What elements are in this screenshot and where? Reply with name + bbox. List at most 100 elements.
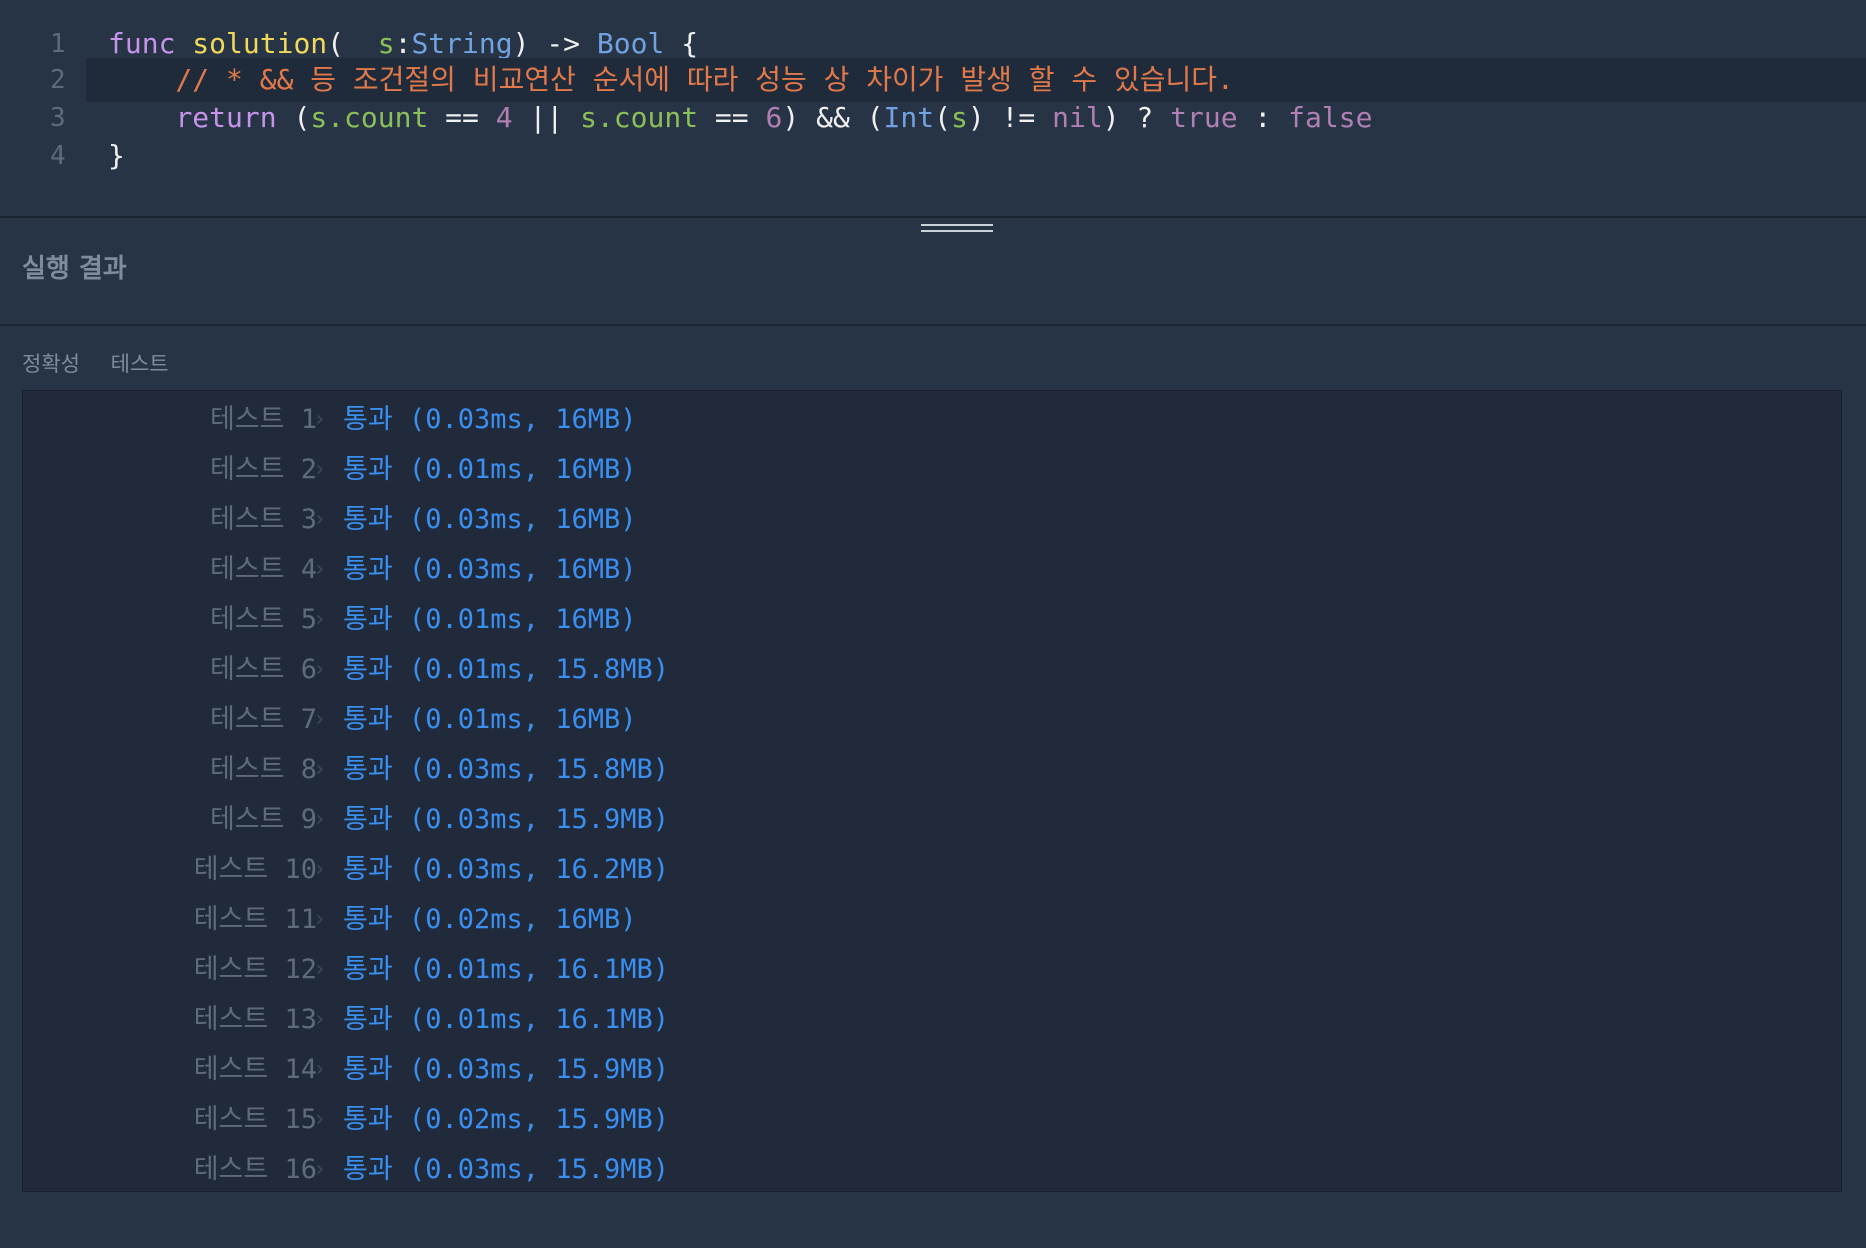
test-result-row[interactable]: 테스트 9 › 통과 (0.03ms, 15.9MB) <box>23 795 1841 845</box>
code-token: 6 <box>765 101 783 134</box>
test-label: 테스트 10 <box>193 854 317 885</box>
code-token: s <box>377 27 395 60</box>
result-title: 실행 결과 <box>22 254 127 284</box>
code-token: { <box>664 27 699 60</box>
test-result-value: 통과 (0.03ms, 16MB) <box>343 504 637 535</box>
test-label: 테스트 15 <box>193 1104 317 1135</box>
chevron-right-icon: › <box>313 1057 327 1082</box>
result-divider <box>0 324 1866 326</box>
code-token: || <box>512 101 581 134</box>
code-token: ) != <box>967 101 1053 134</box>
code-token: s.count <box>580 101 699 134</box>
test-result-value: 통과 (0.01ms, 16MB) <box>343 704 637 735</box>
test-result-row[interactable]: 테스트 14 › 통과 (0.03ms, 15.9MB) <box>23 1045 1841 1095</box>
code-token: ) && ( <box>782 101 884 134</box>
test-result-row[interactable]: 테스트 6 › 통과 (0.01ms, 15.8MB) <box>23 645 1841 695</box>
code-token: == <box>428 101 496 134</box>
chevron-right-icon: › <box>313 907 327 932</box>
code-token: 4 <box>495 101 513 134</box>
code-token: s <box>950 101 968 134</box>
code-token: ( <box>327 27 345 60</box>
test-label: 테스트 13 <box>193 1004 317 1035</box>
chevron-right-icon: › <box>313 507 327 532</box>
test-label: 테스트 16 <box>193 1154 317 1185</box>
chevron-right-icon: › <box>313 757 327 782</box>
chevron-right-icon: › <box>313 657 327 682</box>
section-label-test: 테스트 <box>110 352 169 376</box>
test-label: 테스트 14 <box>193 1054 317 1085</box>
code-token: == <box>698 101 766 134</box>
code-token: String <box>411 27 513 60</box>
section-labels: 정확성 테스트 <box>22 348 193 378</box>
test-result-value: 통과 (0.03ms, 15.9MB) <box>343 1154 670 1185</box>
code-token: Bool <box>596 27 665 60</box>
test-result-value: 통과 (0.01ms, 16MB) <box>343 454 637 485</box>
test-result-value: 통과 (0.02ms, 15.9MB) <box>343 1104 670 1135</box>
test-result-value: 통과 (0.03ms, 15.9MB) <box>343 804 670 835</box>
code-token: true <box>1170 101 1238 134</box>
resize-handle-bar <box>921 224 993 226</box>
code-line[interactable]: 4} <box>0 134 1866 178</box>
test-result-value: 통과 (0.01ms, 16.1MB) <box>343 954 670 985</box>
test-result-row[interactable]: 테스트 13 › 통과 (0.01ms, 16.1MB) <box>23 995 1841 1045</box>
chevron-right-icon: › <box>313 1157 327 1182</box>
test-result-row[interactable]: 테스트 12 › 통과 (0.01ms, 16.1MB) <box>23 945 1841 995</box>
test-label: 테스트 5 <box>209 604 317 635</box>
code-token: false <box>1288 101 1373 134</box>
chevron-right-icon: › <box>313 1107 327 1132</box>
code-token: func <box>108 27 193 60</box>
code-token: return <box>175 101 277 134</box>
line-number: 4 <box>50 141 66 171</box>
chevron-right-icon: › <box>313 1007 327 1032</box>
test-label: 테스트 6 <box>209 654 317 685</box>
test-result-value: 통과 (0.03ms, 16.2MB) <box>343 854 670 885</box>
code-token: // * && 등 조건절의 비교연산 순서에 따라 성능 상 차이가 발생 할… <box>108 63 1234 96</box>
code-token: s.count <box>310 101 429 134</box>
test-label: 테스트 2 <box>209 454 317 485</box>
test-result-row[interactable]: 테스트 10 › 통과 (0.03ms, 16.2MB) <box>23 845 1841 895</box>
chevron-right-icon: › <box>313 607 327 632</box>
test-label: 테스트 3 <box>209 504 317 535</box>
chevron-right-icon: › <box>313 557 327 582</box>
section-label-accuracy: 정확성 <box>22 352 80 376</box>
test-label: 테스트 1 <box>209 404 317 435</box>
test-result-row[interactable]: 테스트 15 › 통과 (0.02ms, 15.9MB) <box>23 1095 1841 1145</box>
test-result-row[interactable]: 테스트 4 › 통과 (0.03ms, 16MB) <box>23 545 1841 595</box>
resize-handle[interactable] <box>921 224 993 242</box>
test-result-row[interactable]: 테스트 11 › 통과 (0.02ms, 16MB) <box>23 895 1841 945</box>
chevron-right-icon: › <box>313 857 327 882</box>
test-result-row[interactable]: 테스트 16 › 통과 (0.03ms, 15.9MB) <box>23 1145 1841 1191</box>
panel-divider <box>0 216 1866 218</box>
code-text: } <box>108 134 125 178</box>
code-token: ( <box>276 101 311 134</box>
chevron-right-icon: › <box>313 807 327 832</box>
test-result-row[interactable]: 테스트 7 › 통과 (0.01ms, 16MB) <box>23 695 1841 745</box>
test-result-value: 통과 (0.01ms, 16MB) <box>343 604 637 635</box>
test-result-value: 통과 (0.03ms, 15.8MB) <box>343 754 670 785</box>
results-list: 테스트 1 › 통과 (0.03ms, 16MB) 테스트 2 › 통과 (0.01ms,… <box>22 390 1842 1192</box>
test-result-row[interactable]: 테스트 5 › 통과 (0.01ms, 16MB) <box>23 595 1841 645</box>
code-token: ) -> <box>512 27 597 60</box>
code-token: } <box>108 139 125 172</box>
test-result-value: 통과 (0.01ms, 15.8MB) <box>343 654 670 685</box>
test-result-value: 통과 (0.03ms, 16MB) <box>343 554 637 585</box>
test-result-row[interactable]: 테스트 3 › 통과 (0.03ms, 16MB) <box>23 495 1841 545</box>
code-token: solution <box>192 27 328 60</box>
test-result-value: 통과 (0.02ms, 16MB) <box>343 904 637 935</box>
test-result-value: 통과 (0.01ms, 16.1MB) <box>343 1004 670 1035</box>
code-token: ( <box>934 101 951 134</box>
chevron-right-icon: › <box>313 957 327 982</box>
chevron-right-icon: › <box>313 707 327 732</box>
code-token: nil <box>1052 101 1103 134</box>
code-token: ) ? <box>1102 101 1171 134</box>
code-token: Int <box>883 101 935 134</box>
test-result-value: 통과 (0.03ms, 15.9MB) <box>343 1054 670 1085</box>
code-token: : <box>394 27 412 60</box>
test-result-row[interactable]: 테스트 2 › 통과 (0.01ms, 16MB) <box>23 445 1841 495</box>
test-result-row[interactable]: 테스트 8 › 통과 (0.03ms, 15.8MB) <box>23 745 1841 795</box>
resize-handle-bar <box>921 230 993 232</box>
code-editor[interactable]: 1 func solution(_ s:String) -> Bool {2 //… <box>0 0 1866 216</box>
test-result-row[interactable]: 테스트 1 › 통과 (0.03ms, 16MB) <box>23 395 1841 445</box>
test-label: 테스트 8 <box>209 754 317 785</box>
